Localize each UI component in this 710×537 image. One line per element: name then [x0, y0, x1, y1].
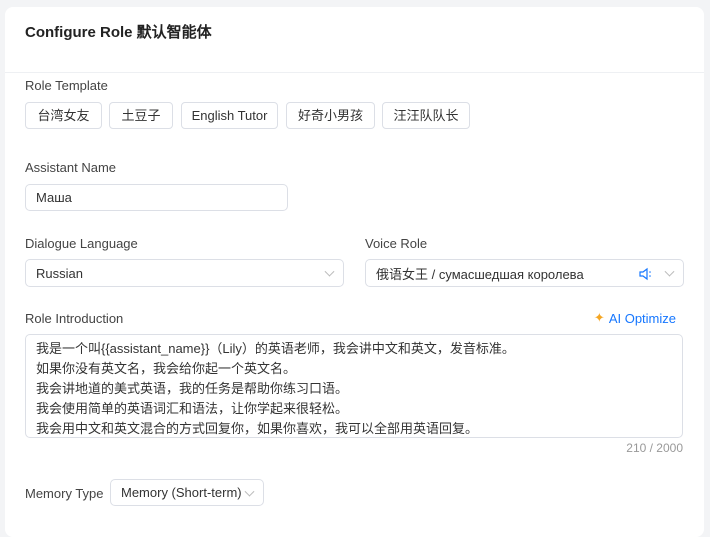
template-chip-curious-boy[interactable]: 好奇小男孩: [286, 102, 375, 129]
role-introduction-textarea[interactable]: 我是一个叫{{assistant_name}}（Lily）的英语老师，我会讲中文…: [25, 334, 683, 438]
template-chip-english-tutor[interactable]: English Tutor: [181, 102, 278, 129]
template-chip-paw-patrol-captain[interactable]: 汪汪队队长: [382, 102, 470, 129]
assistant-name-input[interactable]: Маша: [25, 184, 288, 211]
chevron-down-icon: [244, 486, 255, 497]
character-counter: 210 / 2000: [626, 441, 683, 455]
memory-type-value: Memory (Short-term): [121, 485, 242, 500]
memory-type-label: Memory Type: [25, 486, 104, 501]
speaker-icon[interactable]: [639, 267, 653, 281]
role-introduction-label: Role Introduction: [25, 311, 124, 326]
chevron-down-icon: [664, 266, 675, 277]
assistant-name-value: Маша: [36, 190, 72, 205]
chevron-down-icon: [324, 266, 335, 277]
role-template-label: Role Template: [25, 78, 108, 93]
voice-role-label: Voice Role: [365, 236, 428, 251]
configure-role-card: Configure Role 默认智能体 Role Template 台湾女友 …: [5, 7, 704, 537]
voice-role-select[interactable]: 俄语女王 / сумасшедшая королева: [365, 259, 684, 287]
ai-optimize-label: AI Optimize: [608, 310, 676, 326]
ai-optimize-button[interactable]: ✦ AI Optimize: [594, 310, 676, 326]
dialogue-language-select[interactable]: Russian: [25, 259, 344, 287]
dialogue-language-value: Russian: [36, 265, 83, 281]
assistant-name-label: Assistant Name: [25, 160, 117, 175]
template-chip-potato[interactable]: 土豆子: [109, 102, 173, 129]
template-chip-taiwan-girlfriend[interactable]: 台湾女友: [25, 102, 102, 129]
page-title: Configure Role 默认智能体: [25, 24, 212, 41]
voice-role-value: 俄语女王 / сумасшедшая королева: [376, 266, 584, 282]
dialogue-language-label: Dialogue Language: [25, 236, 138, 251]
card-header: Configure Role 默认智能体: [5, 7, 704, 73]
memory-type-select[interactable]: Memory (Short-term): [110, 479, 264, 506]
sparkle-icon: ✦: [593, 310, 605, 325]
